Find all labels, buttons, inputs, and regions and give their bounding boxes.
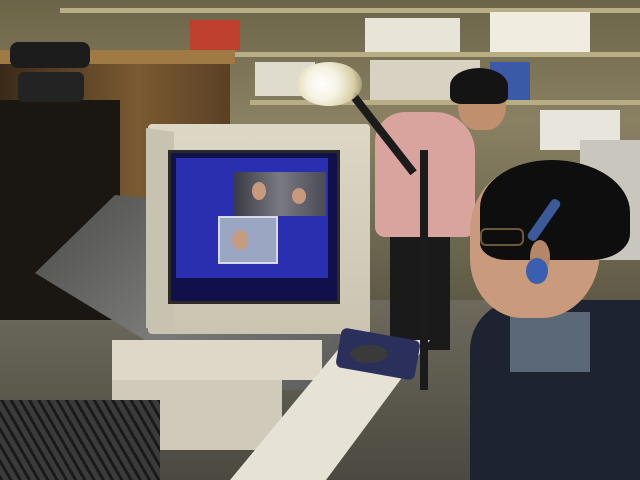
cables bbox=[0, 400, 160, 480]
camera-body bbox=[18, 72, 84, 102]
computer-case bbox=[112, 340, 322, 380]
remote-participant-face bbox=[252, 182, 266, 200]
self-view-video bbox=[218, 216, 278, 264]
video-camera bbox=[10, 42, 90, 68]
book-stack bbox=[490, 12, 590, 52]
remote-video-feed bbox=[234, 172, 326, 216]
glasses bbox=[480, 228, 524, 246]
mouse bbox=[350, 345, 388, 363]
headset-icon bbox=[526, 258, 548, 284]
book-stack bbox=[190, 20, 240, 50]
book-stack bbox=[365, 18, 460, 52]
woman-hair bbox=[450, 68, 508, 104]
remote-participant-face bbox=[292, 188, 306, 204]
shirt-collar bbox=[510, 312, 590, 372]
self-view-face bbox=[232, 230, 248, 250]
lamp-pole bbox=[420, 150, 428, 390]
desk-lamp-light bbox=[296, 62, 362, 106]
